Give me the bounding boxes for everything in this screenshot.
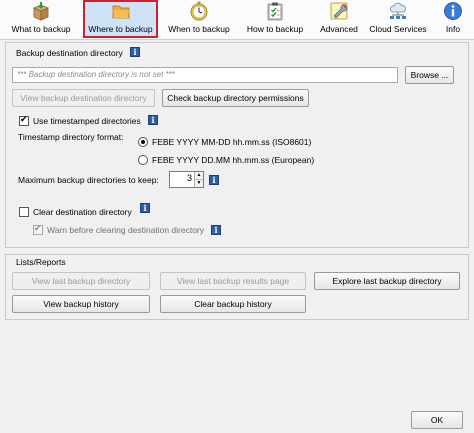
max-dirs-label: Maximum backup directories to keep:	[18, 175, 159, 185]
clear-destination-label: Clear destination directory	[33, 207, 132, 217]
tab-when-to-backup[interactable]: When to backup	[163, 0, 235, 38]
warn-before-clear-checkbox[interactable]	[33, 223, 43, 235]
clear-destination-checkbox[interactable]	[19, 207, 29, 217]
view-destination-button[interactable]: View backup destination directory	[12, 89, 155, 107]
explore-last-directory-button[interactable]: Explore last backup directory	[314, 272, 460, 290]
max-dirs-value: 3	[186, 173, 192, 183]
wrench-icon	[330, 2, 348, 20]
clipboard-icon	[267, 2, 283, 21]
tab-how-to-backup[interactable]: How to backup	[240, 0, 310, 38]
spinner-up-arrow-icon[interactable]: ▲	[195, 172, 203, 180]
spinner-down-arrow-icon[interactable]: ▼	[195, 180, 203, 188]
max-dirs-spinner[interactable]: 3 ▲ ▼	[169, 171, 204, 188]
info-icon[interactable]	[211, 225, 221, 235]
tab-label: Advanced	[320, 24, 358, 34]
view-last-directory-button[interactable]: View last backup directory	[12, 272, 150, 290]
clear-history-button[interactable]: Clear backup history	[160, 295, 306, 313]
format-iso-radio[interactable]	[138, 137, 148, 147]
tab-label: How to backup	[246, 24, 304, 34]
tab-cloud-services[interactable]: Cloud Services	[366, 0, 430, 38]
format-european-radio[interactable]	[138, 155, 148, 165]
tab-label: When to backup	[168, 24, 230, 34]
check-permissions-button[interactable]: Check backup directory permissions	[162, 89, 309, 107]
stopwatch-icon	[190, 1, 208, 21]
spinner-arrows: ▲ ▼	[194, 172, 203, 187]
tab-advanced[interactable]: Advanced	[314, 0, 364, 38]
format-iso-label: FEBE YYYY MM-DD hh.mm.ss (ISO8601)	[152, 137, 312, 147]
toolbar: What to backup Where to backup When to b…	[0, 0, 474, 40]
use-timestamped-label: Use timestamped directories	[33, 116, 141, 126]
tab-label: What to backup	[11, 24, 71, 34]
info-icon[interactable]	[148, 115, 158, 125]
box-icon	[32, 2, 50, 21]
info-icon[interactable]	[130, 47, 140, 57]
tab-where-to-backup[interactable]: Where to backup	[83, 0, 158, 38]
view-last-results-button[interactable]: View last backup results page	[160, 272, 306, 290]
format-european-label: FEBE YYYY DD.MM hh.mm.ss (European)	[152, 155, 315, 165]
info-icon[interactable]	[140, 203, 150, 213]
tab-label: Info	[445, 24, 461, 34]
folder-icon	[112, 5, 129, 19]
tab-label: Where to backup	[88, 24, 153, 34]
warn-before-clear-label: Warn before clearing destination directo…	[47, 225, 205, 235]
cloud-network-icon	[390, 2, 406, 19]
browse-button[interactable]: Browse ...	[405, 66, 454, 84]
info-icon[interactable]	[209, 175, 219, 185]
tab-what-to-backup[interactable]: What to backup	[2, 0, 80, 38]
ok-button[interactable]: OK	[411, 411, 463, 429]
use-timestamped-checkbox[interactable]	[19, 114, 29, 126]
view-history-button[interactable]: View backup history	[12, 295, 150, 313]
timestamp-format-label: Timestamp directory format:	[18, 132, 124, 142]
info-icon	[444, 2, 462, 20]
tab-label: Cloud Services	[369, 24, 427, 34]
lists-heading: Lists/Reports	[16, 257, 66, 267]
destination-path-input[interactable]: *** Backup destination directory is not …	[12, 67, 398, 83]
tab-info[interactable]: Info	[434, 0, 472, 38]
destination-heading: Backup destination directory	[16, 48, 123, 58]
